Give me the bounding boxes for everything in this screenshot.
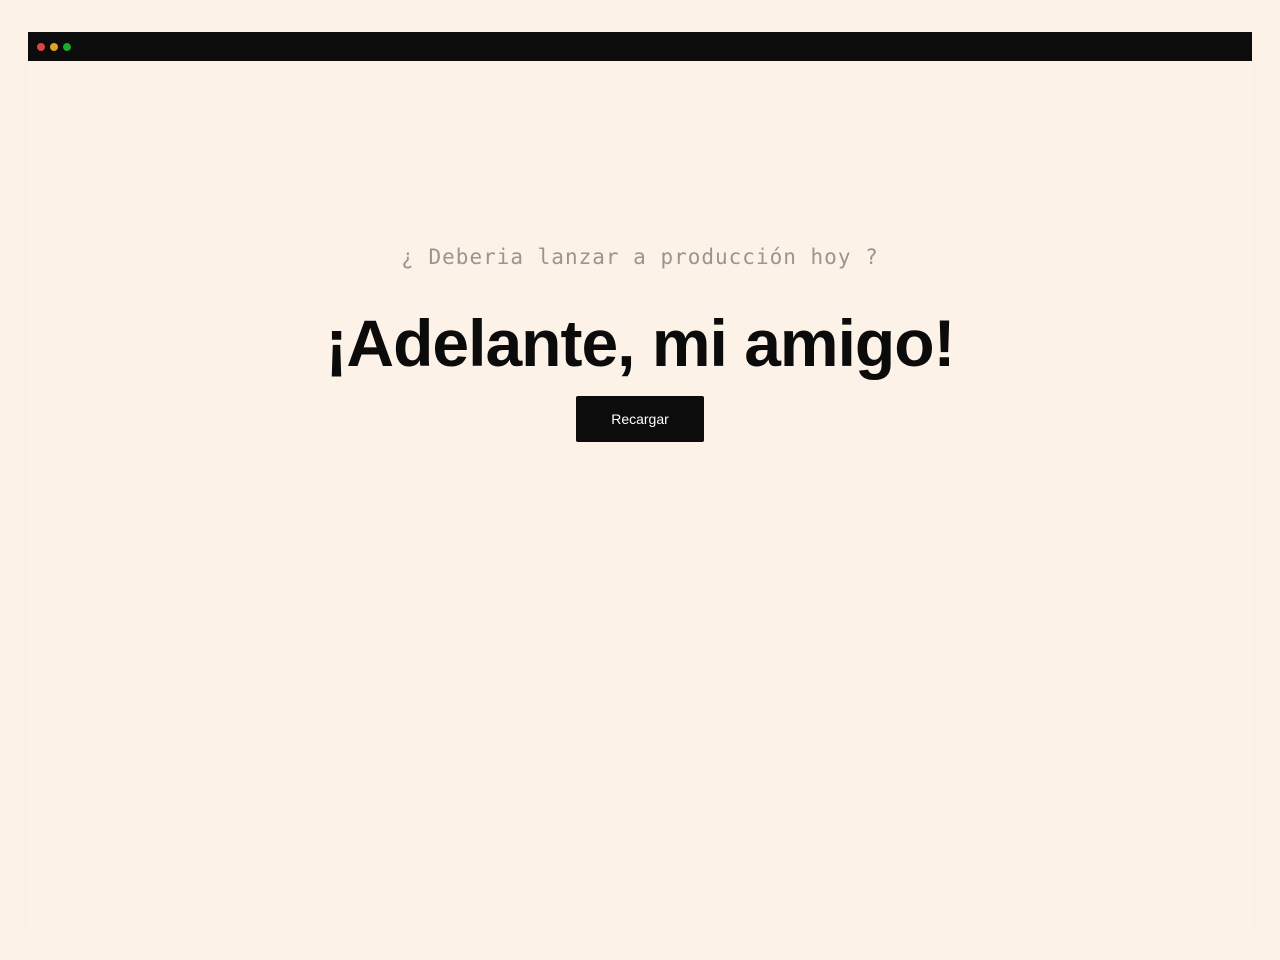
minimize-dot[interactable]: [50, 42, 58, 51]
answer-heading: ¡Adelante, mi amigo!: [325, 306, 955, 380]
window-titlebar: [28, 32, 1252, 61]
reload-button[interactable]: Recargar: [576, 396, 704, 442]
browser-window: ¿ Deberia lanzar a producción hoy ? ¡Ade…: [28, 32, 1252, 928]
close-dot[interactable]: [37, 42, 45, 51]
question-text: ¿ Deberia lanzar a producción hoy ?: [401, 245, 879, 269]
main-content: ¿ Deberia lanzar a producción hoy ? ¡Ade…: [28, 61, 1252, 928]
page: ¿ Deberia lanzar a producción hoy ? ¡Ade…: [0, 0, 1280, 960]
window-controls: [37, 42, 71, 51]
maximize-dot[interactable]: [63, 42, 71, 51]
